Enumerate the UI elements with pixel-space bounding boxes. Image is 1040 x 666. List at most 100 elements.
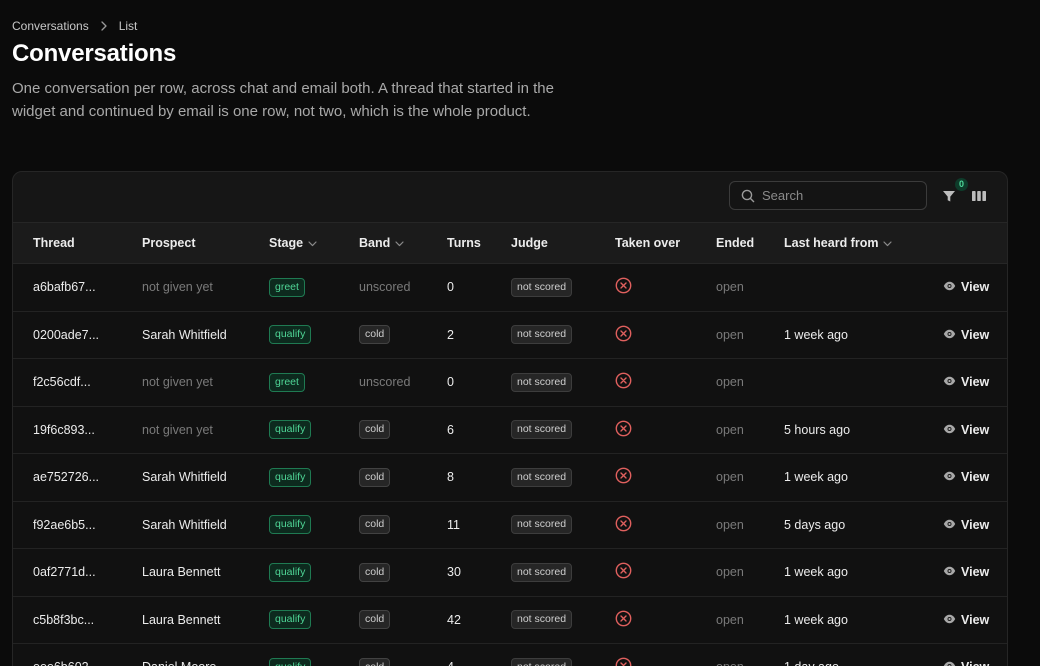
view-label: View [961,660,989,666]
table-rows: a6bafb67... not given yet greet unscored… [13,264,1007,666]
judge-badge: not scored [511,420,573,439]
column-header-band[interactable]: Band [359,223,404,263]
judge-badge: not scored [511,657,573,666]
eye-icon [943,660,956,666]
eye-icon [943,518,956,532]
conversations-page: Conversations List Conversations One con… [0,0,1040,666]
table-row[interactable]: eee6b602... Daniel Moore qualify cold 4 … [13,644,1007,666]
turns-count: 4 [447,644,454,666]
prospect-name: not given yet [142,422,213,437]
stage-badge: greet [269,372,305,392]
ended-status: open [716,375,744,389]
last-heard-from: 5 hours ago [784,422,851,437]
thread-id: eee6b602... [33,644,99,666]
view-button[interactable]: View [943,423,989,437]
turns-count: 8 [447,470,454,484]
band-cell: cold [359,312,391,358]
eye-icon [943,423,956,437]
x-circle-icon [615,325,632,345]
view-label: View [961,612,990,627]
x-circle-icon [615,372,632,392]
columns-button[interactable] [969,188,989,208]
column-header-last-heard-from[interactable]: Last heard from [784,223,893,263]
ended-status: open [716,565,744,579]
table-row[interactable]: f2c56cdf... not given yet greet unscored… [13,359,1007,407]
turns-count: 0 [447,280,454,294]
breadcrumb: Conversations List [12,19,137,33]
view-button[interactable]: View [943,280,989,294]
last-heard-from: 1 week ago [784,612,848,627]
column-header-ended: Ended [716,236,755,250]
table-row[interactable]: 0af2771d... Laura Bennett qualify cold 3… [13,549,1007,597]
table-row[interactable]: a6bafb67... not given yet greet unscored… [13,264,1007,312]
thread-id: 19f6c893... [33,422,95,437]
view-label: View [961,565,990,579]
stage-badge: qualify [269,420,312,439]
ended-status: open [716,517,744,532]
view-button[interactable]: View [943,660,989,666]
last-heard-from: 5 days ago [784,517,846,532]
view-button[interactable]: View [943,375,989,389]
column-header-taken-over: Taken over [615,236,681,250]
band-badge: cold [359,562,391,582]
x-circle-icon [615,657,632,666]
thread-id: a6bafb67... [33,280,96,294]
filter-count-badge: 0 [955,178,968,191]
breadcrumb-current: List [118,19,138,33]
x-circle-icon [615,467,632,487]
eye-icon [943,375,956,389]
conversations-table-panel: 0 Thread Prospect Stage Band Turns Judge… [12,171,1008,666]
view-button[interactable]: View [943,470,989,484]
column-header-stage[interactable]: Stage [269,223,317,263]
table-header: Thread Prospect Stage Band Turns Judge T… [13,223,1007,264]
band-badge: cold [359,325,391,344]
table-row[interactable]: 19f6c893... not given yet qualify cold 6… [13,406,1007,454]
table-toolbar: 0 [13,172,1007,223]
stage-badge: qualify [269,325,312,344]
prospect-name: Sarah Whitfield [142,470,227,484]
column-header-judge: Judge [511,236,548,250]
table-row[interactable]: c5b8f3bc... Laura Bennett qualify cold 4… [13,596,1007,644]
last-heard-from: 1 week ago [784,470,848,484]
prospect-name: Sarah Whitfield [142,517,227,532]
view-button[interactable]: View [943,613,989,627]
table-body: a6bafb67... not given yet greet unscored… [13,264,1007,666]
filter-icon [942,189,956,208]
band-badge: cold [359,467,391,487]
ended-status: open [716,280,744,294]
chevron-down-icon [883,223,893,263]
page-description: One conversation per row, across chat an… [12,80,554,120]
chevron-down-icon [308,223,317,263]
eye-icon [943,470,956,484]
view-button[interactable]: View [943,518,989,532]
table-row[interactable]: f92ae6b5... Sarah Whitfield qualify cold… [13,501,1007,549]
search-box[interactable] [729,181,927,210]
view-button[interactable]: View [943,328,989,342]
view-label: View [961,422,990,437]
view-label: View [961,517,990,532]
prospect-name: Sarah Whitfield [142,327,227,342]
band-badge: cold [359,610,391,629]
table-row[interactable]: ae752726... Sarah Whitfield qualify cold… [13,454,1007,502]
thread-id: c5b8f3bc... [33,612,95,627]
search-input[interactable] [762,188,912,203]
band-cell: unscored [359,375,411,389]
filter-button[interactable] [939,188,959,208]
band-cell: cold [359,549,391,595]
band-cell: cold [359,502,391,548]
breadcrumb-conversations-link[interactable]: Conversations [12,19,89,33]
band-badge: cold [359,657,391,666]
view-label: View [961,470,990,484]
judge-badge: not scored [511,467,573,487]
judge-badge: not scored [511,610,573,629]
band-badge: cold [359,420,391,439]
stage-badge: qualify [269,562,312,582]
prospect-name: not given yet [142,280,213,294]
turns-count: 6 [447,422,454,437]
eye-icon [943,613,956,627]
table-row[interactable]: 0200ade7... Sarah Whitfield qualify cold… [13,311,1007,359]
x-circle-icon [615,420,632,440]
judge-badge: not scored [511,515,573,534]
last-heard-from: 1 week ago [784,327,848,342]
view-button[interactable]: View [943,565,989,579]
